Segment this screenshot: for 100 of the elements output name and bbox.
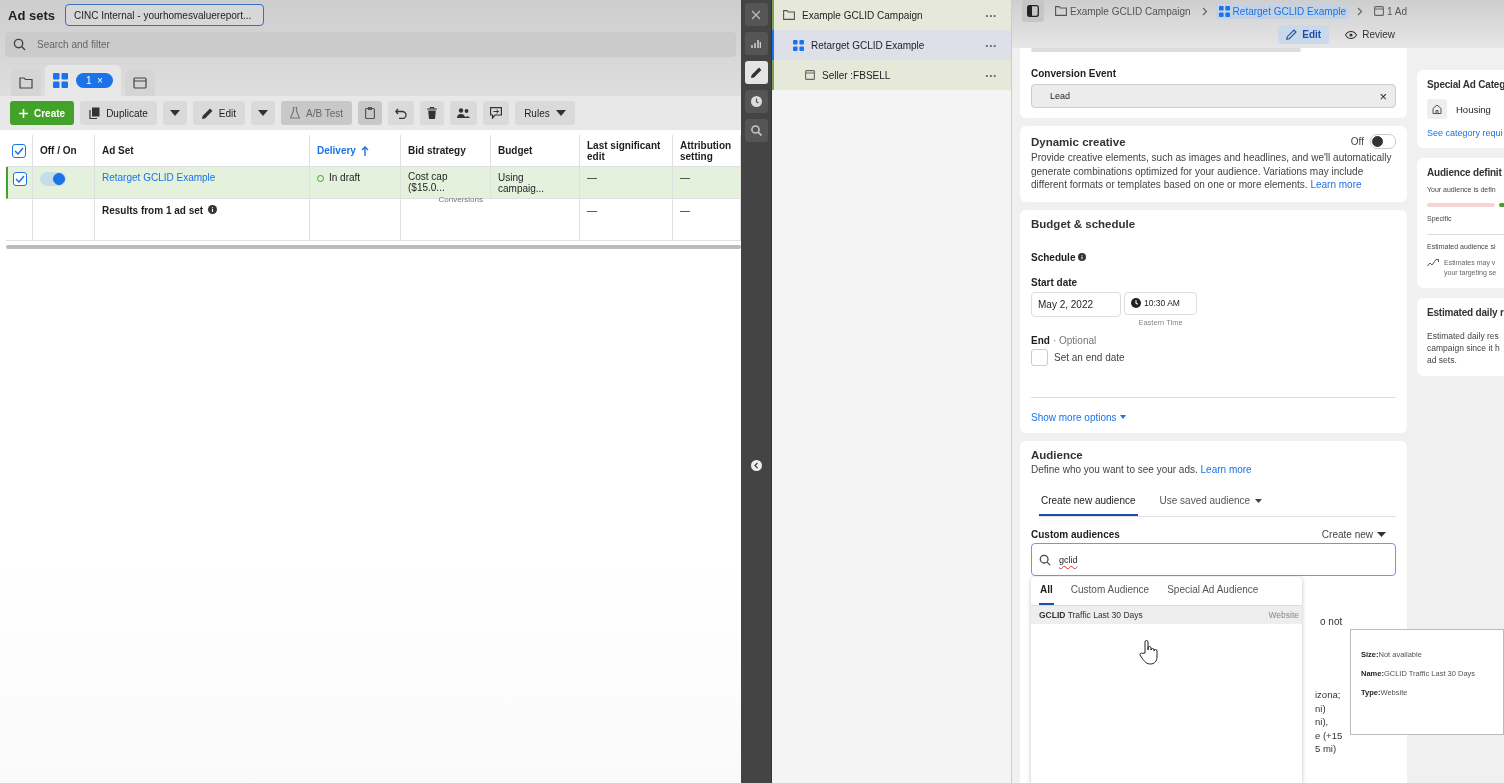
hand-cursor-icon [1139, 639, 1159, 665]
tree-item[interactable]: Retarget GCLID Example ••• [772, 30, 1011, 60]
filter-tab[interactable]: Special Ad Audience [1166, 576, 1260, 605]
account-dropdown[interactable]: CINC Internal - yourhomesvaluereport... [64, 4, 264, 26]
ab-test-button[interactable]: A/B Test [281, 101, 353, 125]
search-field[interactable]: gclid [1031, 543, 1396, 576]
rules-button[interactable]: Rules [515, 101, 575, 125]
table-cell: In draft [329, 172, 361, 183]
checkbox[interactable] [1031, 348, 1048, 366]
column-header[interactable]: Off / On [33, 135, 95, 167]
time-field[interactable]: 10:30 AM [1124, 291, 1197, 315]
toggle-switch[interactable] [40, 172, 66, 186]
export-button[interactable] [483, 101, 510, 125]
audience-tab[interactable]: Create new audience [1039, 490, 1138, 516]
pencil-icon [1286, 29, 1298, 40]
date-field[interactable]: May 2, 2022 [1031, 291, 1121, 317]
chevron-icon [1201, 6, 1208, 16]
grid-icon [53, 73, 68, 88]
field-label: Schedule [1031, 251, 1076, 263]
clear-button[interactable]: × [1379, 88, 1387, 104]
tree-item[interactable]: Example GCLID Campaign ••• [772, 0, 1011, 30]
more-button[interactable]: ••• [985, 10, 997, 20]
column-header[interactable]: Bid strategy [401, 135, 491, 167]
people-button[interactable] [450, 101, 478, 125]
section-title: Dynamic creative [1031, 135, 1127, 148]
search-field[interactable]: Search and filter [5, 32, 736, 57]
description-text: Provide creative elements, such as images and headlines, and we'll automatically generate combinations optimized for your audience. Variations may include different formats or templates based on one or more elements. Learn more [1031, 151, 1393, 192]
field-label: End [1031, 334, 1050, 346]
column-header[interactable]: Budget [491, 135, 580, 167]
close-button[interactable] [744, 3, 768, 26]
window-icon [1374, 6, 1384, 16]
learn-more-link[interactable]: Learn more [1310, 179, 1362, 190]
audience-tab[interactable]: Use saved audience [1157, 490, 1265, 516]
section-title: Audience [1031, 448, 1084, 461]
caret-icon [1377, 532, 1386, 537]
clock-icon [750, 96, 762, 107]
show-more-link[interactable]: Show more options [1031, 411, 1396, 423]
section-title: Budget & schedule [1031, 217, 1137, 230]
level-tab[interactable] [11, 69, 41, 96]
results-summary: Results from 1 ad set [102, 205, 204, 216]
zoom-icon [750, 125, 762, 136]
breadcrumb-link[interactable]: 1 Ad [1371, 3, 1411, 19]
dropdown-button[interactable] [162, 101, 187, 125]
sidebar-toggle-icon[interactable] [1022, 0, 1044, 22]
table-cell-text: Using campaig... [498, 172, 546, 194]
checkbox[interactable] [13, 172, 27, 186]
table-cell: — [587, 205, 597, 216]
dropdown-button[interactable] [251, 101, 276, 125]
toggle-switch[interactable] [1370, 134, 1396, 149]
level-tab[interactable]: 1 × [45, 65, 121, 96]
search-input[interactable]: Search and filter [35, 38, 728, 51]
category-link[interactable]: See category requi [1427, 128, 1504, 138]
undo-button[interactable] [388, 101, 415, 125]
flask-icon [290, 107, 301, 119]
chart-button[interactable] [744, 32, 768, 55]
column-header[interactable]: Last significant edit [580, 135, 673, 167]
breadcrumb-link[interactable]: Example GCLID Campaign [1052, 3, 1194, 19]
create-new-button[interactable]: Create new [1321, 529, 1396, 540]
edit-tab[interactable]: Edit [1278, 25, 1330, 44]
column-header[interactable]: Attribution setting [673, 135, 741, 167]
caret-icon [555, 110, 566, 116]
eye-icon [1345, 30, 1358, 39]
partial-text: ni), [1315, 715, 1330, 729]
ad-set-link[interactable]: Retarget GCLID Example [102, 172, 216, 183]
field-label: Start date [1031, 276, 1079, 288]
select-field[interactable]: Lead × [1031, 84, 1396, 108]
filter-tab[interactable]: All [1039, 576, 1054, 605]
tree-label: Example GCLID Campaign [802, 9, 924, 21]
clipboard-button[interactable] [358, 101, 383, 125]
column-header[interactable]: Delivery [310, 135, 401, 167]
selection-badge[interactable]: 1 × [76, 73, 113, 88]
info-icon [1078, 253, 1087, 261]
scrollbar[interactable] [6, 245, 741, 249]
duplicate-button[interactable]: Duplicate [80, 101, 157, 125]
plus-icon [19, 108, 28, 118]
toggle-label: Off [1350, 136, 1364, 147]
history-button[interactable] [744, 90, 768, 113]
review-tab[interactable]: Review [1337, 25, 1403, 44]
edit-button[interactable] [744, 61, 768, 84]
partial-text: o not [1320, 616, 1343, 627]
learn-more-link[interactable]: Learn more [1200, 463, 1252, 475]
collapse-icon[interactable] [750, 460, 762, 471]
tree-item[interactable]: Seller :FBSELL ••• [772, 60, 1011, 90]
more-button[interactable]: ••• [985, 40, 997, 50]
filter-tab[interactable]: Custom Audience [1069, 576, 1151, 605]
level-tab[interactable] [124, 69, 155, 96]
partial-text: 5 mi) [1315, 742, 1338, 756]
checkbox[interactable] [12, 143, 26, 158]
search-button[interactable] [744, 119, 768, 142]
section-title: Special Ad Categ [1427, 79, 1504, 90]
caret-icon [258, 110, 269, 116]
field-label: Custom audiences [1031, 529, 1120, 540]
description-text: Define who you want to see your ads. Learn more [1031, 462, 1253, 476]
more-button[interactable]: ••• [985, 70, 997, 80]
edit-button[interactable]: Edit [192, 101, 246, 125]
description-text: Estimated daily res campaign since it h ad sets. [1427, 330, 1501, 366]
info-icon [208, 205, 218, 214]
sort-arrow-icon [360, 145, 369, 156]
column-header[interactable]: Ad Set [95, 135, 310, 167]
delete-button[interactable] [420, 101, 445, 125]
